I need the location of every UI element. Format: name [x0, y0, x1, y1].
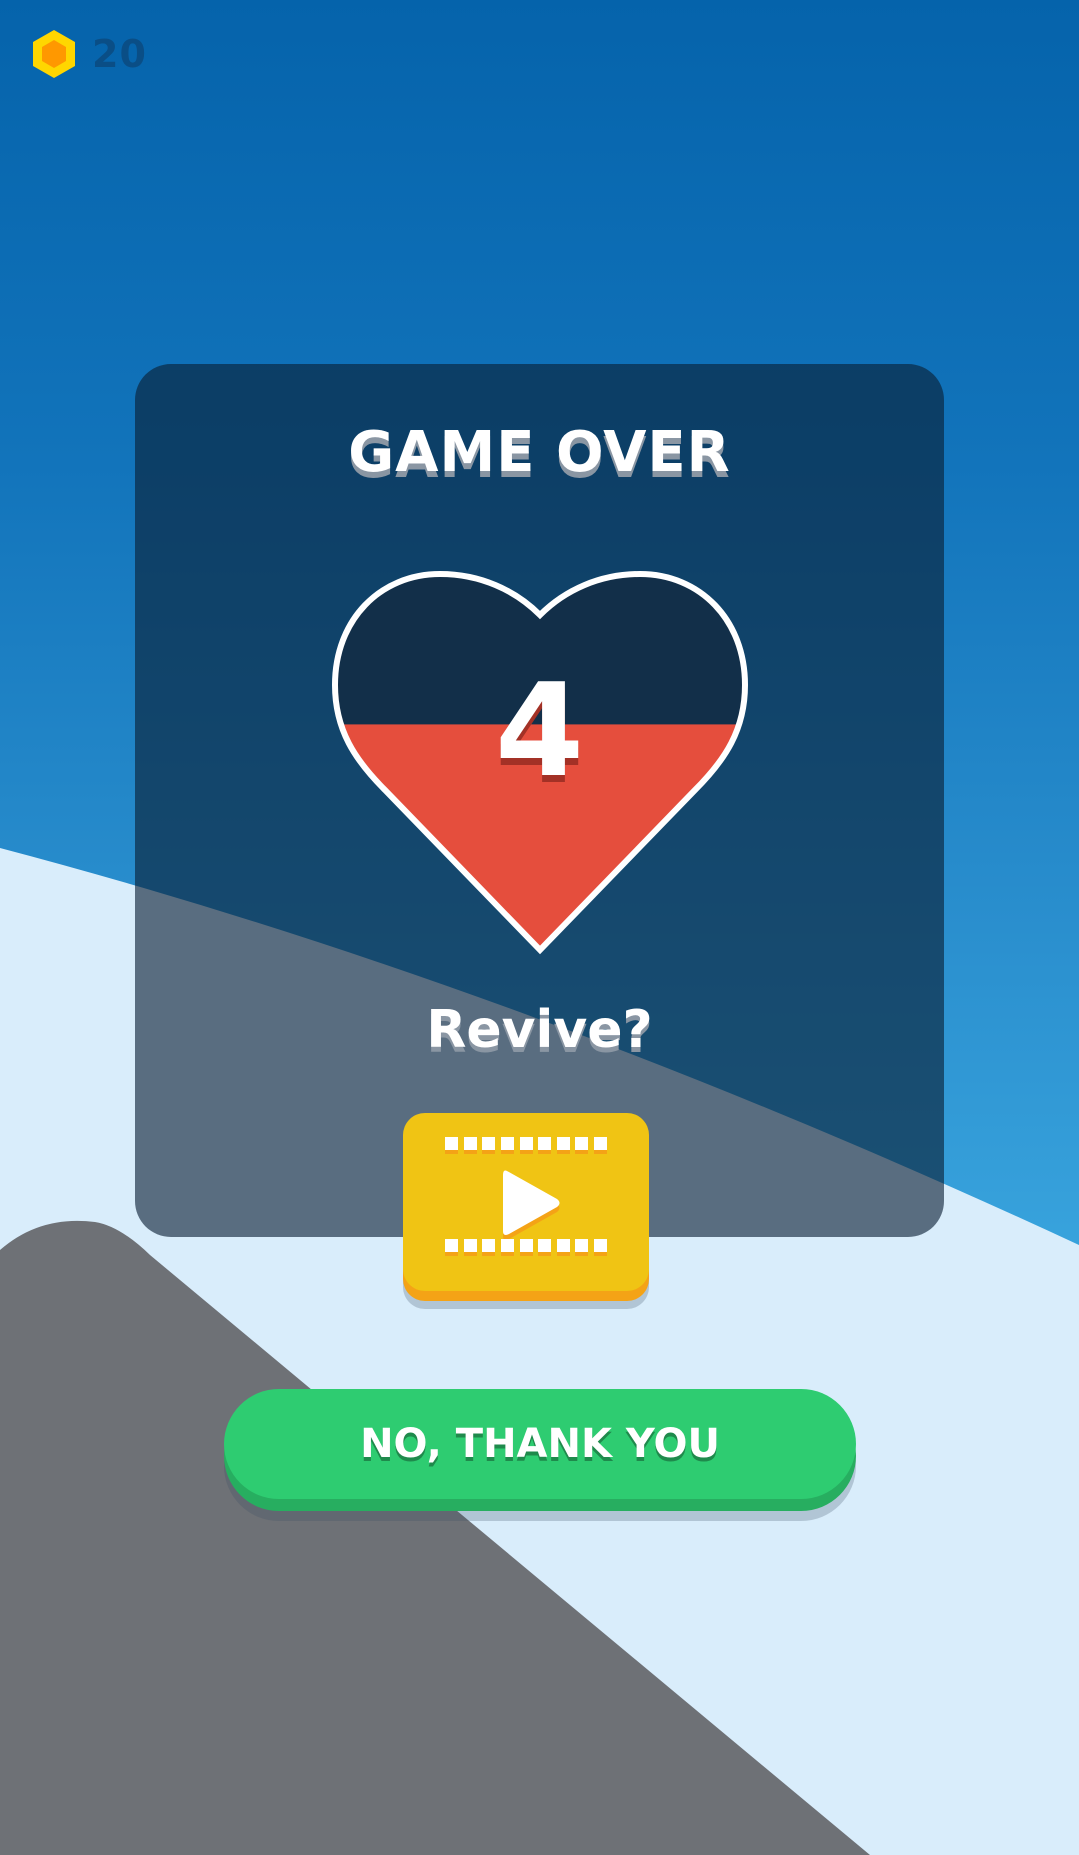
lives-remaining: 4 [494, 657, 585, 806]
coin-count: 20 [92, 32, 147, 76]
hexagon-coin-icon [33, 30, 75, 78]
film-strip-top [445, 1137, 607, 1153]
watch-video-revive-button[interactable] [403, 1113, 649, 1291]
game-over-title: GAME OVER [348, 420, 731, 485]
coin-counter: 20 [30, 28, 147, 80]
no-thank-you-label: NO, THANK YOU [360, 1421, 720, 1467]
film-strip-bottom [445, 1239, 607, 1255]
game-over-screen: 20 GAME OVER 4 Revive? NO, THANK YOU [0, 0, 1079, 1855]
revive-prompt: Revive? [426, 1000, 653, 1060]
play-video-icon [503, 1170, 560, 1240]
no-thank-you-button[interactable]: NO, THANK YOU [224, 1389, 856, 1499]
